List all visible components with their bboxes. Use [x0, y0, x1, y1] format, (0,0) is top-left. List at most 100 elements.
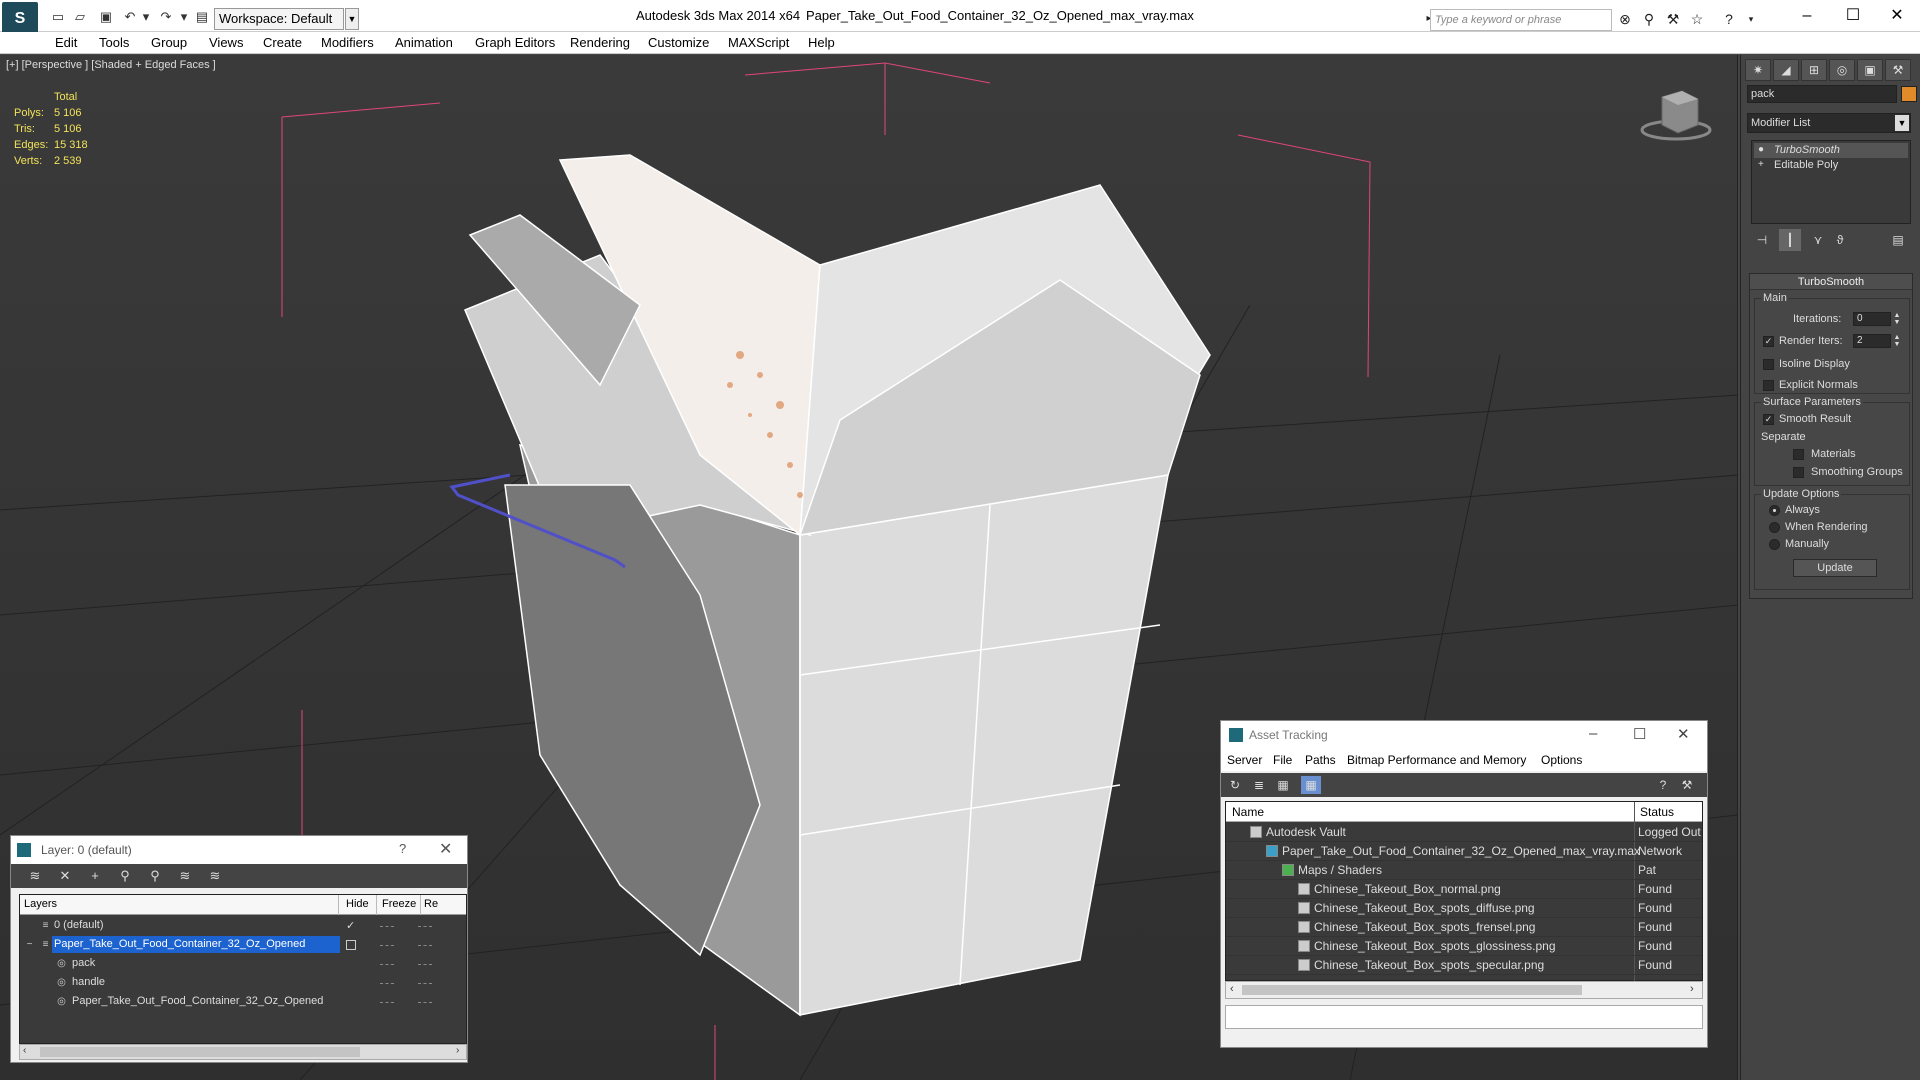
explicit-normals-checkbox[interactable]	[1763, 380, 1774, 391]
scroll-right-icon[interactable]: ›	[1690, 983, 1694, 995]
spinner-arrows-icon[interactable]: ▲ ▼	[1893, 334, 1901, 348]
scrollbar-thumb[interactable]	[40, 1047, 360, 1057]
update-button[interactable]: Update	[1793, 559, 1877, 577]
menu-rendering[interactable]: Rendering	[570, 35, 630, 50]
isoline-display-checkbox[interactable]	[1763, 359, 1774, 370]
column-header-hide[interactable]: Hide	[346, 898, 369, 910]
freeze-all-icon[interactable]: ≋	[205, 867, 225, 885]
asset-menu-file[interactable]: File	[1273, 753, 1292, 767]
menu-edit[interactable]: Edit	[55, 35, 77, 50]
menu-animation[interactable]: Animation	[395, 35, 453, 50]
communication-center-icon[interactable]: ⚒	[1662, 9, 1684, 29]
scroll-right-icon[interactable]: ›	[456, 1045, 459, 1056]
create-layer-icon[interactable]: ≋	[25, 867, 45, 885]
menu-views[interactable]: Views	[209, 35, 243, 50]
update-when-rendering-radio[interactable]	[1769, 522, 1780, 533]
update-always-radio[interactable]	[1769, 505, 1780, 516]
asset-menu-paths[interactable]: Paths	[1305, 753, 1336, 767]
subscription-icon[interactable]: ⚲	[1638, 9, 1660, 29]
asset-menu-options[interactable]: Options	[1541, 753, 1582, 767]
object-name-input[interactable]: pack	[1747, 85, 1897, 103]
list-view-icon[interactable]: ≣	[1249, 776, 1269, 794]
search-input[interactable]: Type a keyword or phrase	[1430, 9, 1612, 31]
update-manually-radio[interactable]	[1769, 539, 1780, 550]
help-icon[interactable]: ?	[399, 841, 406, 856]
add-to-layer-icon[interactable]: +	[85, 867, 105, 885]
render-iters-spinner[interactable]: 2	[1853, 334, 1891, 348]
smooth-result-checkbox[interactable]: ✓	[1763, 414, 1774, 425]
column-header-name[interactable]: Name	[1232, 805, 1264, 819]
help-dropdown-icon[interactable]: ▾	[1740, 9, 1762, 29]
close-icon[interactable]: ✕	[439, 839, 452, 859]
modify-tab-icon[interactable]: ◢	[1773, 59, 1799, 81]
new-file-icon[interactable]: ▭	[48, 8, 68, 26]
highlight-layer-icon[interactable]: ⚲	[145, 867, 165, 885]
asset-row[interactable]: Chinese_Takeout_Box_spots_frensel.png Fo…	[1226, 918, 1702, 937]
menu-tools[interactable]: Tools	[99, 35, 129, 50]
asset-row[interactable]: Chinese_Takeout_Box_spots_specular.png F…	[1226, 956, 1702, 975]
layer-object-name[interactable]: pack	[70, 955, 97, 972]
menu-modifiers[interactable]: Modifiers	[321, 35, 374, 50]
chevron-down-icon[interactable]: ▼	[1895, 115, 1909, 131]
table-view-icon[interactable]: ▦	[1301, 776, 1321, 794]
menu-help[interactable]: Help	[808, 35, 835, 50]
hierarchy-tab-icon[interactable]: ⊞	[1801, 59, 1827, 81]
open-file-icon[interactable]: ▱	[70, 8, 90, 26]
asset-dialog-titlebar[interactable]: Asset Tracking – ☐ ✕	[1221, 721, 1707, 749]
close-button[interactable]: ✕	[1677, 725, 1690, 743]
menu-maxscript[interactable]: MAXScript	[728, 35, 789, 50]
configure-modifier-sets-icon[interactable]: ▤	[1887, 229, 1909, 251]
asset-row[interactable]: Chinese_Takeout_Box_spots_glossiness.png…	[1226, 937, 1702, 956]
app-menu-button[interactable]: S	[2, 2, 38, 36]
save-file-icon[interactable]: ▣	[96, 8, 116, 26]
select-objects-icon[interactable]: ⚲	[115, 867, 135, 885]
binoculars-icon[interactable]: ⊗	[1614, 9, 1636, 29]
layer-object-name[interactable]: handle	[70, 974, 107, 991]
minimize-button[interactable]: –	[1784, 2, 1830, 30]
workspace-dropdown-icon[interactable]: ▼	[345, 8, 359, 30]
smoothing-groups-checkbox[interactable]	[1793, 467, 1804, 478]
undo-dropdown-icon[interactable]: ▾	[136, 8, 156, 26]
render-iters-checkbox[interactable]: ✓	[1763, 336, 1774, 347]
utilities-tab-icon[interactable]: ⚒	[1885, 59, 1911, 81]
menu-customize[interactable]: Customize	[648, 35, 709, 50]
close-button[interactable]: ✕	[1874, 2, 1920, 30]
asset-row[interactable]: Maps / Shaders	[1226, 861, 1702, 880]
display-tab-icon[interactable]: ▣	[1857, 59, 1883, 81]
layer-name[interactable]: Paper_Take_Out_Food_Container_32_Oz_Open…	[52, 936, 340, 953]
horizontal-scrollbar[interactable]: ‹ ›	[1225, 981, 1703, 999]
thumbnail-view-icon[interactable]: ▦	[1273, 776, 1293, 794]
collapse-minus-icon[interactable]: −	[24, 939, 35, 950]
project-folder-icon[interactable]: ▤	[192, 8, 212, 26]
lightbulb-icon[interactable]: ●	[1758, 145, 1768, 155]
workspace-select[interactable]: Workspace: Default	[214, 8, 344, 30]
remove-modifier-icon[interactable]: ϑ	[1829, 229, 1851, 251]
tools-icon[interactable]: ⚒	[1677, 776, 1697, 794]
motion-tab-icon[interactable]: ◎	[1829, 59, 1855, 81]
menu-graph-editors[interactable]: Graph Editors	[475, 35, 555, 50]
object-color-swatch[interactable]	[1901, 86, 1917, 102]
layer-object-name[interactable]: Paper_Take_Out_Food_Container_32_Oz_Open…	[70, 993, 325, 1010]
redo-icon[interactable]: ↷	[156, 8, 176, 26]
show-end-result-icon[interactable]: ┃	[1779, 229, 1801, 251]
expand-plus-icon[interactable]: +	[1758, 160, 1768, 170]
delete-layer-icon[interactable]: ✕	[55, 867, 75, 885]
spinner-arrows-icon[interactable]: ▲ ▼	[1893, 312, 1901, 326]
layer-row[interactable]: ≡ 0 (default) ✓	[20, 917, 466, 936]
rollout-title[interactable]: TurboSmooth	[1750, 274, 1912, 290]
set-current-layer-icon[interactable]	[346, 940, 356, 950]
modifier-list-dropdown[interactable]: Modifier List	[1747, 113, 1911, 133]
horizontal-scrollbar[interactable]: ‹ ›	[19, 1044, 467, 1060]
asset-row[interactable]: Chinese_Takeout_Box_normal.png Found	[1226, 880, 1702, 899]
materials-checkbox[interactable]	[1793, 449, 1804, 460]
favorites-star-icon[interactable]: ☆	[1686, 9, 1708, 29]
stack-item-editable-poly[interactable]: + Editable Poly	[1754, 158, 1908, 173]
help-icon[interactable]: ?	[1653, 776, 1673, 794]
hide-all-icon[interactable]: ≋	[175, 867, 195, 885]
viewcube-icon[interactable]	[1636, 85, 1712, 145]
create-tab-icon[interactable]: ✷	[1745, 59, 1771, 81]
stack-item-turbosmooth[interactable]: ● TurboSmooth	[1754, 143, 1908, 158]
maximize-button[interactable]: ☐	[1633, 725, 1646, 743]
layer-row[interactable]: ◎ Paper_Take_Out_Food_Container_32_Oz_Op…	[20, 993, 466, 1012]
column-header-freeze[interactable]: Freeze	[382, 898, 416, 910]
